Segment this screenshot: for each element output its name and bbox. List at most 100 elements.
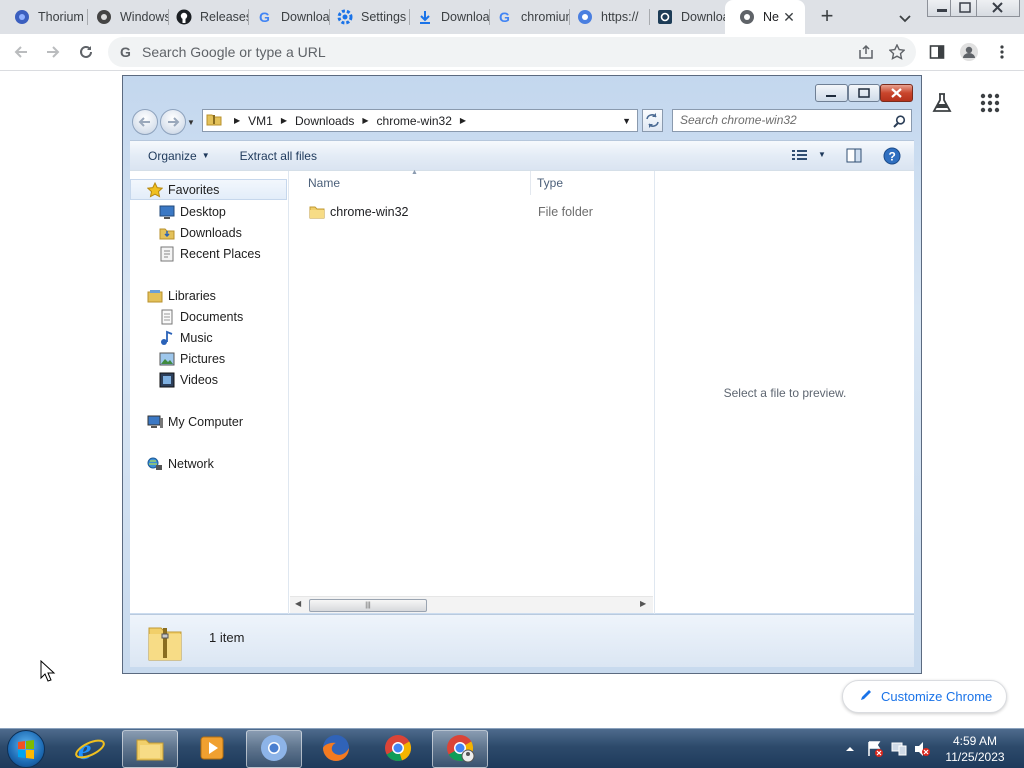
column-header-type[interactable]: Type	[519, 171, 653, 195]
share-icon[interactable]	[858, 44, 874, 60]
taskbar-chrome-profile[interactable]	[432, 730, 488, 768]
nav-pictures[interactable]: Pictures	[130, 348, 287, 369]
internet-explorer-icon: e	[74, 732, 106, 767]
help-icon[interactable]: ?	[883, 147, 901, 168]
music-icon	[159, 330, 175, 346]
tab-downloads[interactable]: Downloads	[403, 0, 489, 34]
taskbar-chromium[interactable]	[246, 730, 302, 768]
nav-documents[interactable]: Documents	[130, 306, 287, 327]
tab-label: Thorium	[38, 10, 84, 24]
system-clock[interactable]: 4:59 AM 11/25/2023	[936, 733, 1014, 765]
explorer-back-button[interactable]	[132, 109, 158, 135]
view-options-icon[interactable]	[792, 149, 808, 164]
show-hidden-icons[interactable]	[845, 729, 855, 768]
desktop-icon	[159, 204, 175, 220]
tab-thorium[interactable]: Thorium	[0, 0, 87, 34]
tab-close-icon[interactable]: ✕	[781, 9, 797, 25]
recent-locations-chevron-icon[interactable]: ▼	[187, 118, 195, 127]
google-icon: G	[118, 44, 134, 60]
scroll-right-icon[interactable]: ▶	[640, 599, 646, 608]
chrome-icon	[382, 732, 414, 767]
volume-muted-icon[interactable]	[913, 729, 931, 768]
side-panel-icon[interactable]	[926, 41, 948, 63]
labs-flask-icon[interactable]	[930, 91, 954, 115]
menu-kebab-icon[interactable]	[991, 41, 1013, 63]
nav-videos[interactable]: Videos	[130, 369, 287, 390]
start-button[interactable]	[7, 730, 45, 768]
customize-chrome-button[interactable]: Customize Chrome	[842, 680, 1007, 713]
tab-new-tab[interactable]: New Tab ✕	[725, 0, 805, 34]
taskbar-chrome[interactable]	[370, 730, 426, 768]
firefox-icon	[320, 732, 352, 767]
tab-windows[interactable]: Windows	[82, 0, 168, 34]
explorer-close-button[interactable]	[880, 84, 913, 102]
pencil-icon	[859, 688, 873, 705]
taskbar-firefox[interactable]	[308, 730, 364, 768]
breadcrumb-arrow-icon[interactable]: ▶	[234, 116, 240, 125]
new-tab-button[interactable]: +	[815, 5, 839, 29]
tab-releases[interactable]: Releases	[162, 0, 248, 34]
address-dropdown-icon[interactable]: ▼	[622, 116, 631, 126]
breadcrumb-arrow-icon[interactable]: ▶	[362, 116, 368, 125]
tab-label: Downloads	[441, 10, 489, 24]
address-bar[interactable]: ▶ VM1 ▶ Downloads ▶ chrome-win32 ▶ ▼	[202, 109, 638, 132]
tab-search-chevron-icon[interactable]	[895, 8, 915, 28]
close-button[interactable]	[976, 0, 1020, 17]
browser-toolbar: G Search Google or type a URL	[0, 34, 1024, 71]
chrome-profile-icon	[444, 732, 476, 767]
action-center-icon[interactable]	[866, 729, 884, 768]
network-status-icon[interactable]	[890, 729, 908, 768]
nav-music[interactable]: Music	[130, 327, 287, 348]
explorer-forward-button[interactable]	[160, 109, 186, 135]
taskbar-media-player[interactable]	[184, 730, 240, 768]
settings-gear-icon	[337, 9, 353, 25]
search-icon[interactable]	[893, 114, 906, 135]
file-row[interactable]: chrome-win32 File folder	[290, 202, 650, 222]
taskbar-explorer[interactable]	[122, 730, 178, 768]
nav-downloads[interactable]: Downloads	[130, 222, 287, 243]
breadcrumb-downloads[interactable]: Downloads	[295, 114, 354, 128]
tab-downloads-q[interactable]: Downloads	[643, 0, 727, 34]
organize-button[interactable]: Organize ▼	[139, 141, 219, 170]
nav-recent-places[interactable]: Recent Places	[130, 243, 287, 264]
tab-label: Windows	[120, 10, 168, 24]
media-player-icon	[196, 732, 228, 767]
explorer-maximize-button[interactable]	[848, 84, 880, 102]
breadcrumb-arrow-icon[interactable]: ▶	[281, 116, 287, 125]
taskbar-internet-explorer[interactable]: e	[62, 730, 118, 768]
explorer-minimize-button[interactable]	[815, 84, 848, 102]
file-name: chrome-win32	[330, 205, 409, 219]
search-input[interactable]: Search chrome-win32	[672, 109, 912, 132]
bookmark-star-icon[interactable]	[888, 43, 906, 60]
extract-all-button[interactable]: Extract all files	[231, 141, 326, 170]
tab-chromium[interactable]: G chromium	[483, 0, 569, 34]
column-header-name[interactable]: Name	[290, 171, 530, 195]
nav-my-computer[interactable]: My Computer	[130, 411, 287, 432]
nav-desktop[interactable]: Desktop	[130, 201, 287, 222]
breadcrumb-arrow-icon[interactable]: ▶	[460, 116, 466, 125]
breadcrumb-vm1[interactable]: VM1	[248, 114, 273, 128]
nav-label: Favorites	[168, 182, 220, 197]
refresh-icon[interactable]	[642, 109, 663, 132]
nav-network[interactable]: Network	[130, 453, 287, 474]
scroll-left-icon[interactable]: ◀	[295, 599, 301, 608]
windows-icon	[96, 9, 112, 25]
nav-libraries[interactable]: Libraries	[130, 285, 287, 306]
tab-https[interactable]: https://	[563, 0, 649, 34]
forward-button[interactable]	[41, 40, 65, 64]
nav-favorites[interactable]: Favorites	[130, 179, 287, 200]
breadcrumb-chrome-win32[interactable]: chrome-win32	[377, 114, 452, 128]
preview-pane-icon[interactable]	[846, 148, 862, 167]
profile-avatar-icon[interactable]	[958, 41, 980, 63]
tab-settings[interactable]: Settings	[323, 0, 409, 34]
downloads-folder-icon	[159, 225, 175, 241]
horizontal-scrollbar[interactable]: ◀ ||| ▶	[290, 596, 653, 613]
omnibox[interactable]: G Search Google or type a URL	[108, 37, 916, 67]
tab-strip: Thorium Windows Releases G Downloads Set…	[0, 0, 1024, 34]
apps-grid-icon[interactable]	[980, 93, 1000, 113]
view-dropdown-icon[interactable]: ▼	[818, 150, 826, 159]
reload-button[interactable]	[74, 40, 98, 64]
scroll-thumb[interactable]: |||	[309, 599, 427, 612]
back-button[interactable]	[9, 40, 33, 64]
tab-downloads-google[interactable]: G Downloads	[243, 0, 329, 34]
